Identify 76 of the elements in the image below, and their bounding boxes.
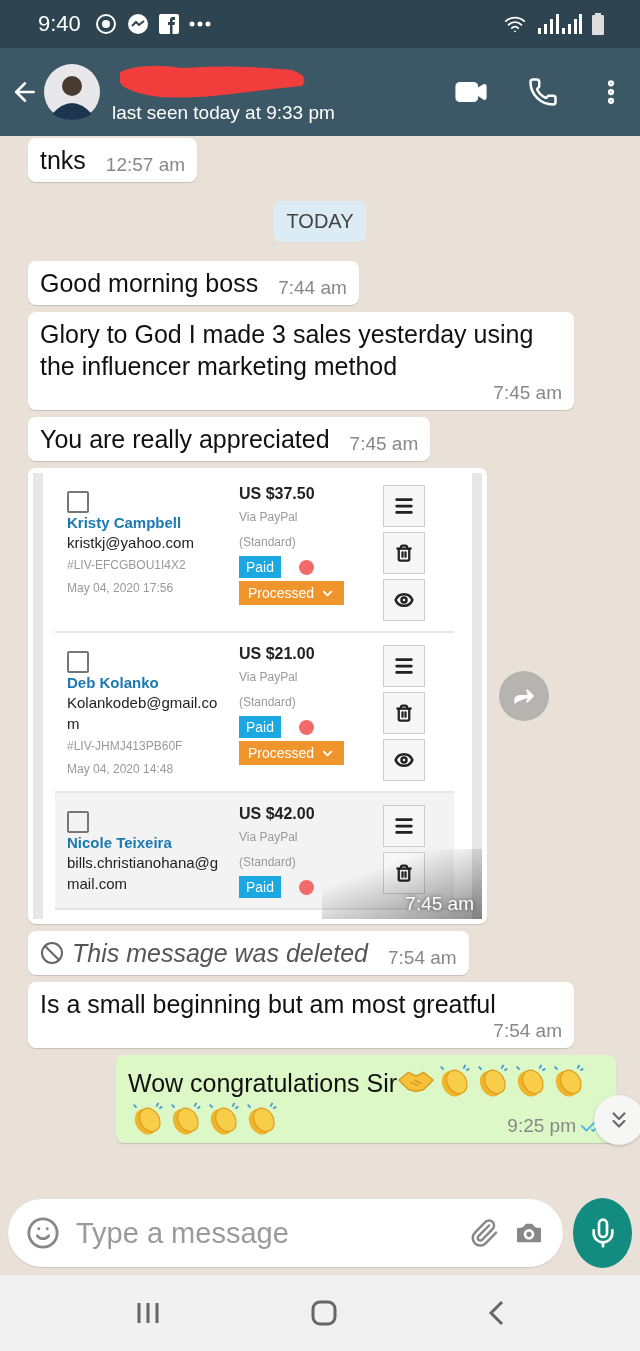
plan-label: (Standard)	[239, 534, 297, 551]
customer-email: kristkj@yahoo.com	[67, 533, 195, 553]
customer-name[interactable]: Nicole Teixeira	[67, 834, 229, 851]
attach-icon[interactable]	[469, 1218, 499, 1248]
plan-label: (Standard)	[239, 694, 297, 711]
battery-icon	[592, 13, 604, 35]
message-time: 7:54 am	[493, 1020, 562, 1042]
menu-button[interactable]	[383, 805, 425, 847]
trash-icon	[395, 704, 413, 722]
customer-name[interactable]: Kristy Campbell	[67, 514, 229, 531]
menu-icon	[393, 655, 415, 677]
image-message[interactable]	[28, 468, 487, 924]
menu-icon	[393, 815, 415, 837]
chat-notification-icon	[94, 13, 117, 35]
message-text: Is a small beginning but am most greatful	[40, 989, 496, 1020]
payment-badge: Paid	[239, 716, 282, 738]
trash-icon	[395, 864, 413, 882]
scroll-down-button[interactable]	[594, 1095, 640, 1145]
checkbox[interactable]	[67, 491, 89, 513]
eye-icon	[394, 750, 414, 770]
delete-button[interactable]	[383, 692, 425, 734]
status-dropdown[interactable]: Processed	[239, 741, 345, 765]
nav-back-button[interactable]	[488, 1300, 505, 1326]
message-time: 7:45 am	[349, 433, 419, 455]
last-seen-text: last seen today at 9:33 pm	[112, 102, 336, 124]
emoji-icon[interactable]	[26, 1216, 60, 1250]
message-text: You are really appreciated	[40, 424, 330, 455]
checkbox[interactable]	[67, 811, 89, 833]
customer-email: bills.christianohana@gmail.com	[67, 853, 220, 894]
menu-icon	[393, 495, 415, 517]
payment-method: Via PayPal	[239, 509, 299, 526]
deleted-icon	[40, 941, 64, 965]
menu-button[interactable]	[383, 645, 425, 687]
checkbox[interactable]	[67, 651, 89, 673]
message-time: 7:45 am	[493, 382, 562, 404]
messenger-icon	[126, 13, 149, 35]
plan-label: (Standard)	[239, 854, 297, 871]
message-text: Glory to God I made 3 sales yesterday using the influencer marketing method	[40, 319, 535, 382]
eye-icon	[394, 590, 414, 610]
order-date: May 04, 2020 17:56	[67, 580, 175, 597]
view-button[interactable]	[383, 579, 425, 621]
message-text: Wow congratulations Sir	[128, 1068, 398, 1099]
order-price: US $37.50	[239, 485, 316, 503]
view-button[interactable]	[383, 739, 425, 781]
delete-button[interactable]	[383, 852, 425, 894]
message-text: Good morning boss	[40, 268, 259, 299]
message-text: This message was deleted	[72, 938, 368, 969]
delete-button[interactable]	[383, 532, 425, 574]
order-price: US $21.00	[239, 645, 316, 663]
message-time: 12:57 am	[105, 154, 186, 176]
voice-call-button[interactable]	[528, 77, 558, 107]
message-time: 7:44 am	[278, 277, 347, 299]
signal-icon	[536, 14, 582, 34]
recent-apps-button[interactable]	[135, 1301, 160, 1325]
trash-icon	[395, 544, 413, 562]
status-dropdown[interactable]: Processed	[239, 581, 345, 605]
home-button[interactable]	[311, 1300, 337, 1326]
message-time: 7:45 am	[405, 893, 474, 915]
payment-method: Via PayPal	[239, 669, 299, 686]
status-time: 9:40	[38, 11, 81, 37]
message-field[interactable]: Type a message	[8, 1199, 563, 1267]
message-text: tnks	[40, 145, 86, 176]
customer-name[interactable]: Deb Kolanko	[67, 674, 229, 691]
message-time: 7:54 am	[388, 947, 457, 969]
order-id: #LIV-EFCGBOU1I4X2	[67, 557, 187, 574]
contact-avatar[interactable]	[44, 64, 100, 120]
payment-badge: Paid	[239, 876, 282, 898]
order-price: US $42.00	[239, 805, 316, 823]
payment-method: Via PayPal	[239, 829, 299, 846]
facebook-icon	[158, 14, 179, 34]
payment-badge: Paid	[239, 556, 282, 578]
customer-email: Kolankodeb@gmail.com	[67, 693, 219, 734]
order-date: May 04, 2020 14:48	[67, 761, 175, 778]
menu-button[interactable]	[383, 485, 425, 527]
more-dots-icon	[188, 21, 211, 27]
order-id: #LIV-JHMJ413PB60F	[67, 738, 184, 755]
